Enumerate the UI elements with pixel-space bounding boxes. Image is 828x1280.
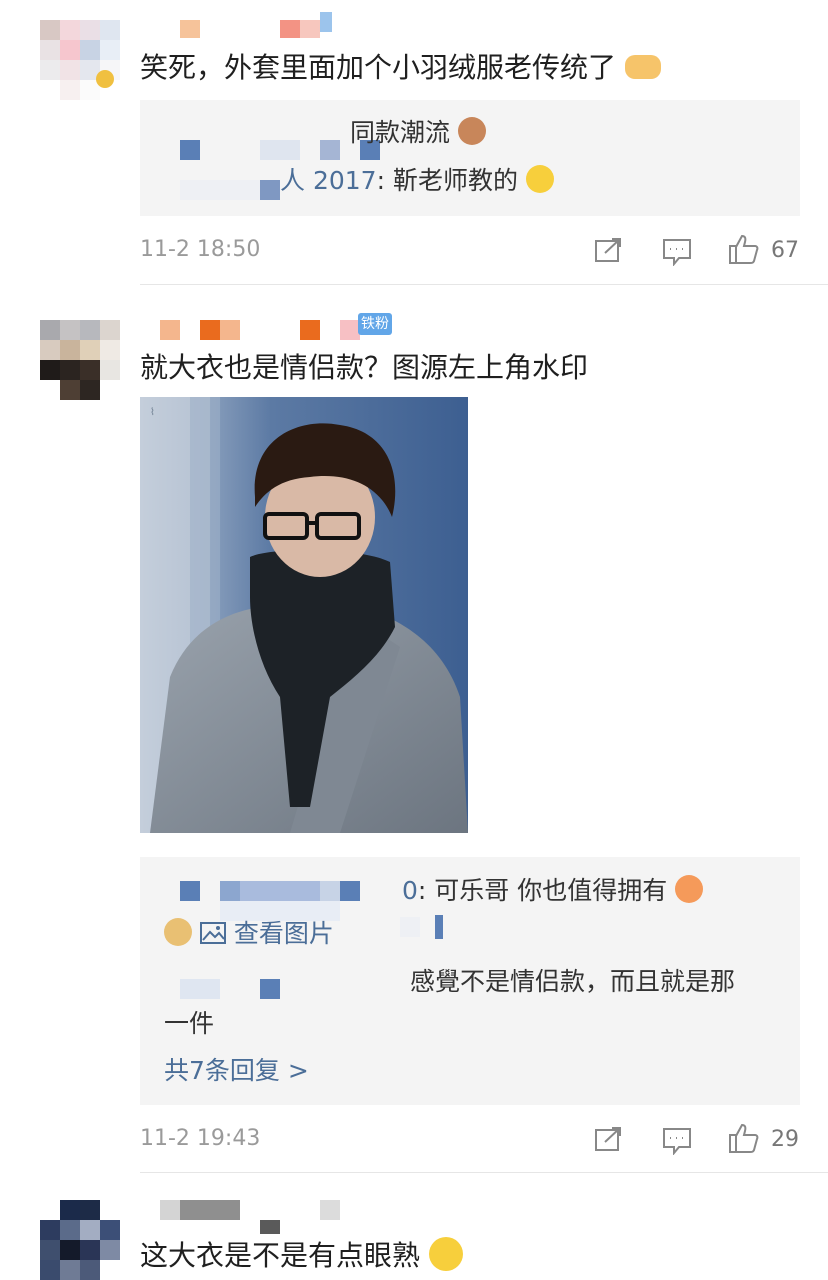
reply-text: 同款潮流 [350, 116, 486, 150]
cat-emoji [457, 117, 486, 145]
view-image-link[interactable]: 查看图片 [164, 917, 334, 951]
share-button[interactable] [594, 1125, 624, 1157]
reply-text: 感覺不是情侣款，而且就是那 [410, 967, 736, 996]
reply-box[interactable]: 同款潮流 人 2017: 靳老师教的 [140, 100, 800, 216]
image-icon [199, 922, 226, 944]
comment-text: 这大衣是不是有点眼熟 [140, 1236, 463, 1276]
handshake-emoji [624, 55, 661, 79]
avatar[interactable] [40, 20, 120, 100]
comment-image[interactable]: ⌇ [140, 397, 468, 833]
comment-text: 笑死，外套里面加个小羽绒服老传统了 [140, 48, 661, 88]
comment-button[interactable] [662, 1127, 692, 1159]
reply-text: 0: 可乐哥 你也值得拥有 [402, 874, 704, 908]
share-icon [595, 1127, 621, 1151]
avatar[interactable] [40, 320, 120, 400]
laugh-cry-emoji [428, 1237, 463, 1271]
like-count: 29 [771, 1127, 799, 1152]
reply-text: 人 2017: 靳老师教的 [280, 164, 554, 198]
share-button[interactable] [594, 236, 624, 268]
divider [140, 1172, 828, 1173]
man-in-scarf-photo: ⌇ [140, 397, 468, 833]
comment-icon [663, 1128, 691, 1156]
laugh-cry-emoji [525, 165, 554, 193]
comment-button[interactable] [662, 238, 692, 270]
like-button[interactable] [728, 1122, 760, 1158]
avatar[interactable] [40, 1200, 120, 1280]
thumbs-up-icon [729, 234, 759, 264]
thumbs-up-icon [729, 1123, 759, 1153]
reply-text-continued: 一件 [164, 1009, 215, 1038]
reply-author[interactable]: 人 2017 [280, 166, 377, 195]
more-replies-link[interactable]: 共7条回复 > [164, 1054, 309, 1088]
like-button[interactable] [728, 233, 760, 269]
svg-text:⌇: ⌇ [150, 407, 155, 418]
reply-author[interactable]: 0 [402, 876, 418, 905]
reply-box[interactable]: 0: 可乐哥 你也值得拥有 查看图片 感覺不是情侣款，而且就是那 一件 共7条回… [140, 857, 800, 1105]
divider [140, 284, 828, 285]
fan-badge: 铁粉 [358, 313, 392, 335]
timestamp: 11-2 18:50 [140, 237, 261, 262]
comment-icon [663, 239, 691, 267]
doge-emoji [164, 918, 192, 946]
like-count: 67 [771, 238, 799, 263]
share-icon [595, 238, 621, 262]
comment-text: 就大衣也是情侣款？图源左上角水印 [140, 351, 589, 384]
timestamp: 11-2 19:43 [140, 1126, 261, 1151]
kiss-emoji [675, 875, 704, 903]
